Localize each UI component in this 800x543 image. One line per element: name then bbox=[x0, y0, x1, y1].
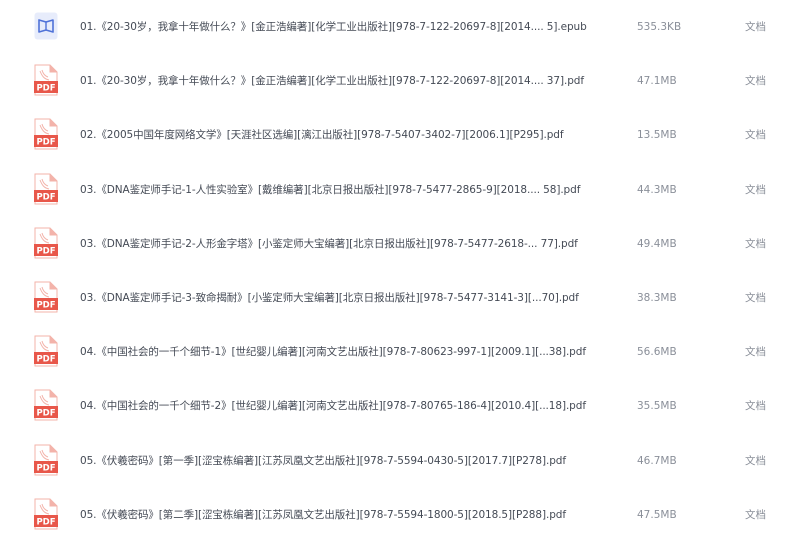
file-type: 文档 bbox=[745, 75, 766, 88]
file-list: 01.《20-30岁，我拿十年做什么？》[金正浩编著][化学工业出版社][978… bbox=[0, 0, 800, 543]
pdf-file-icon: PDF bbox=[34, 64, 58, 96]
pdf-file-icon: PDF bbox=[34, 173, 58, 205]
pdf-file-icon: PDF bbox=[34, 118, 58, 150]
file-size: 46.7MB bbox=[637, 454, 677, 467]
file-name[interactable]: 03.《DNA鉴定师手记-2-人形金字塔》[小鉴定师大宝编著][北京日报出版社]… bbox=[80, 217, 620, 271]
file-size: 13.5MB bbox=[637, 129, 677, 142]
file-name[interactable]: 05.《伏羲密码》[第一季][涩宝栋编著][江苏凤凰文艺出版社][978-7-5… bbox=[80, 434, 620, 488]
pdf-file-icon: PDF bbox=[34, 227, 58, 259]
file-type: 文档 bbox=[745, 183, 766, 196]
pdf-icon-label: PDF bbox=[36, 138, 55, 148]
pdf-icon-label: PDF bbox=[36, 246, 55, 256]
pdf-icon-label: PDF bbox=[36, 84, 55, 94]
file-type: 文档 bbox=[745, 346, 766, 359]
pdf-icon-label: PDF bbox=[36, 463, 55, 473]
pdf-file-icon: PDF bbox=[34, 281, 58, 313]
file-type: 文档 bbox=[745, 508, 766, 521]
file-name[interactable]: 01.《20-30岁，我拿十年做什么？》[金正浩编著][化学工业出版社][978… bbox=[80, 54, 620, 108]
file-size: 49.4MB bbox=[637, 237, 677, 250]
file-size: 35.5MB bbox=[637, 400, 677, 413]
file-type: 文档 bbox=[745, 237, 766, 250]
pdf-icon-label: PDF bbox=[36, 355, 55, 365]
file-row[interactable]: PDF 04.《中国社会的一千个细节-1》[世纪婴儿编著][河南文艺出版社][97… bbox=[0, 325, 800, 379]
file-size: 535.3KB bbox=[637, 21, 682, 33]
file-name[interactable]: 01.《20-30岁，我拿十年做什么？》[金正浩编著][化学工业出版社][978… bbox=[80, 0, 620, 54]
file-size: 44.3MB bbox=[637, 183, 677, 196]
pdf-file-icon: PDF bbox=[34, 389, 58, 421]
file-row[interactable]: 01.《20-30岁，我拿十年做什么？》[金正浩编著][化学工业出版社][978… bbox=[0, 0, 800, 54]
file-row[interactable]: PDF 04.《中国社会的一千个细节-2》[世纪婴儿编著][河南文艺出版社][97… bbox=[0, 379, 800, 433]
pdf-icon-label: PDF bbox=[36, 301, 55, 311]
epub-book-icon bbox=[34, 10, 58, 42]
file-size: 38.3MB bbox=[637, 292, 677, 304]
pdf-icon-label: PDF bbox=[36, 517, 55, 527]
pdf-icon-label: PDF bbox=[36, 409, 55, 419]
file-name[interactable]: 05.《伏羲密码》[第二季][涩宝栋编著][江苏凤凰文艺出版社][978-7-5… bbox=[80, 488, 620, 542]
file-type: 文档 bbox=[745, 400, 766, 413]
file-row[interactable]: PDF 03.《DNA鉴定师手记-2-人形金字塔》[小鉴定师大宝编著][北京日报出… bbox=[0, 217, 800, 271]
file-type: 文档 bbox=[745, 454, 766, 467]
file-name[interactable]: 03.《DNA鉴定师手记-1-人性实验室》[戴维编著][北京日报出版社][978… bbox=[80, 163, 620, 217]
pdf-file-icon: PDF bbox=[34, 498, 58, 530]
file-size: 47.5MB bbox=[637, 508, 677, 521]
file-type: 文档 bbox=[745, 129, 766, 142]
file-size: 56.6MB bbox=[637, 346, 677, 359]
file-row[interactable]: PDF 02.《2005中国年度网络文学》[天涯社区选编][漓江出版社][978-… bbox=[0, 108, 800, 162]
file-row[interactable]: PDF 03.《DNA鉴定师手记-3-致命揭耐》[小鉴定师大宝编著][北京日报出版… bbox=[0, 271, 800, 325]
pdf-file-icon: PDF bbox=[34, 444, 58, 476]
file-row[interactable]: PDF 05.《伏羲密码》[第二季][涩宝栋编著][江苏凤凰文艺出版社][978-… bbox=[0, 488, 800, 542]
file-name[interactable]: 04.《中国社会的一千个细节-1》[世纪婴儿编著][河南文艺出版社][978-7… bbox=[80, 325, 620, 379]
pdf-file-icon: PDF bbox=[34, 335, 58, 367]
file-name[interactable]: 03.《DNA鉴定师手记-3-致命揭耐》[小鉴定师大宝编著][北京日报出版社][… bbox=[80, 271, 620, 325]
file-size: 47.1MB bbox=[637, 75, 677, 88]
file-type: 文档 bbox=[745, 21, 766, 33]
file-name[interactable]: 02.《2005中国年度网络文学》[天涯社区选编][漓江出版社][978-7-5… bbox=[80, 108, 620, 162]
pdf-icon-label: PDF bbox=[36, 192, 55, 202]
file-type: 文档 bbox=[745, 292, 766, 304]
file-row[interactable]: PDF 03.《DNA鉴定师手记-1-人性实验室》[戴维编著][北京日报出版社][… bbox=[0, 163, 800, 217]
file-name[interactable]: 04.《中国社会的一千个细节-2》[世纪婴儿编著][河南文艺出版社][978-7… bbox=[80, 379, 620, 433]
file-row[interactable]: PDF 01.《20-30岁，我拿十年做什么？》[金正浩编著][化学工业出版社][… bbox=[0, 54, 800, 108]
file-row[interactable]: PDF 05.《伏羲密码》[第一季][涩宝栋编著][江苏凤凰文艺出版社][978-… bbox=[0, 434, 800, 488]
